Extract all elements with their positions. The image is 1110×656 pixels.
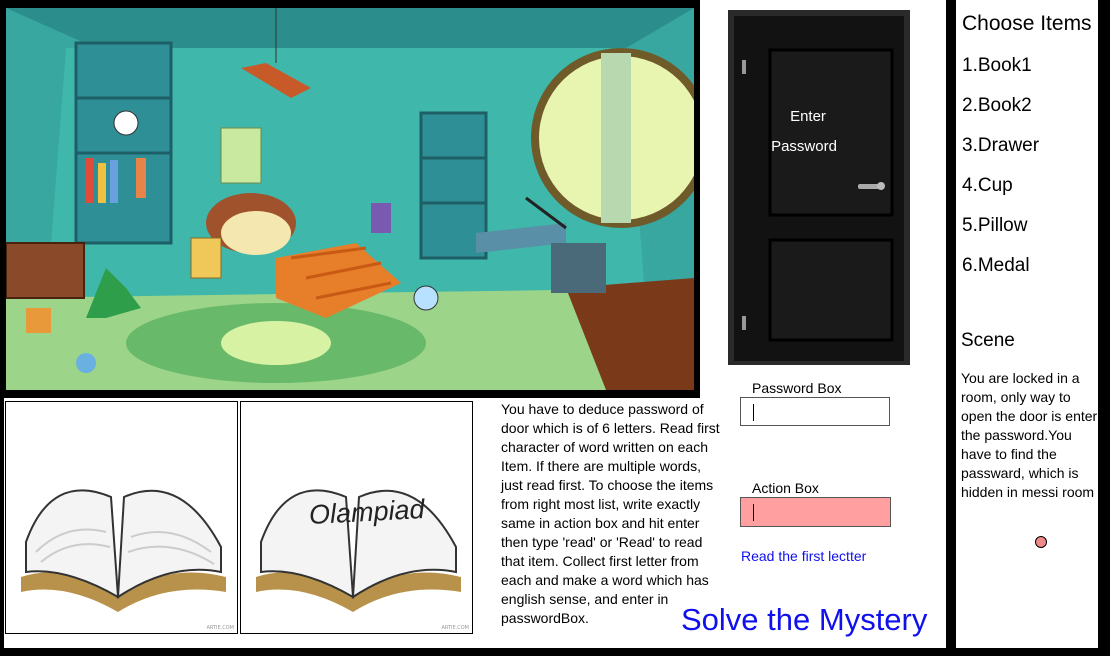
book2-image: Olampiad ARTIE.COM bbox=[240, 401, 473, 634]
game-title: Solve the Mystery bbox=[681, 602, 928, 637]
door-text-enter: Enter bbox=[790, 108, 826, 125]
item-book1[interactable]: 1.Book1 bbox=[962, 55, 1032, 77]
action-box-label: Action Box bbox=[752, 480, 819, 496]
password-box-label: Password Box bbox=[752, 380, 842, 396]
open-book-icon bbox=[21, 489, 226, 612]
action-input[interactable] bbox=[740, 497, 891, 527]
item-cup[interactable]: 4.Cup bbox=[962, 175, 1013, 197]
bedroom-illustration bbox=[6, 8, 694, 390]
status-dot bbox=[1035, 536, 1047, 548]
password-input[interactable] bbox=[740, 397, 890, 426]
watermark: ARTIE.COM bbox=[206, 625, 234, 631]
room-scene bbox=[0, 0, 700, 398]
door-icon bbox=[728, 10, 910, 365]
item-book2[interactable]: 2.Book2 bbox=[962, 95, 1032, 117]
book1-image: ARTIE.COM bbox=[5, 401, 238, 634]
item-medal[interactable]: 6.Medal bbox=[962, 255, 1030, 277]
bottom-border bbox=[0, 648, 1110, 656]
item-drawer[interactable]: 3.Drawer bbox=[962, 135, 1039, 157]
item-pillow[interactable]: 5.Pillow bbox=[962, 215, 1027, 237]
door-text-password: Password bbox=[771, 138, 837, 155]
panel-divider bbox=[946, 0, 956, 650]
book2-title: Olampiad bbox=[308, 493, 426, 531]
hint-text: Read the first lectter bbox=[741, 548, 867, 564]
scene-title: Scene bbox=[961, 330, 1015, 351]
watermark: ARTIE.COM bbox=[441, 625, 469, 631]
text-caret bbox=[753, 504, 754, 521]
instructions-text: You have to deduce password of door whic… bbox=[501, 401, 720, 626]
text-caret bbox=[753, 404, 754, 421]
choose-items-title: Choose Items bbox=[962, 12, 1092, 35]
scene-description: You are locked in a room, only way to op… bbox=[961, 370, 1098, 500]
door[interactable]: Enter Password bbox=[728, 10, 910, 365]
right-border bbox=[1098, 0, 1110, 650]
